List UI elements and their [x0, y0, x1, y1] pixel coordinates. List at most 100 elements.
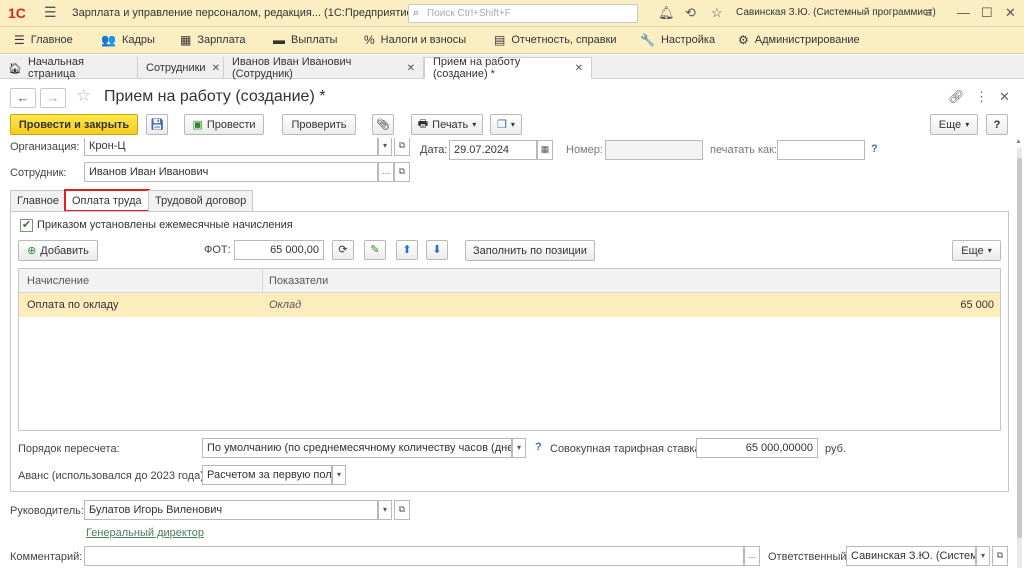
help-icon[interactable]: ?	[871, 143, 878, 155]
history-icon[interactable]: ⟲	[685, 5, 696, 21]
recalc-field[interactable]: По умолчанию (по среднемесячному количес…	[202, 438, 512, 458]
responsible-open[interactable]: ⧉	[992, 546, 1008, 566]
maximize-icon[interactable]: ☐	[981, 5, 993, 21]
amount-cell[interactable]: 65 000	[960, 299, 994, 311]
number-label: Номер:	[566, 144, 603, 156]
minimize-icon[interactable]: —	[957, 5, 970, 20]
responsible-field[interactable]: Савинская З.Ю. (Системный программист)	[846, 546, 976, 566]
comment-field[interactable]	[84, 546, 744, 566]
advance-field[interactable]: Расчетом за первую половину	[202, 465, 332, 485]
print-button[interactable]: 🖶 Печать ▾	[411, 114, 483, 135]
accrual-cell[interactable]: Оплата по окладу	[27, 299, 119, 311]
scroll-thumb[interactable]	[1017, 158, 1022, 538]
link-icon[interactable]: 🔗︎	[948, 89, 965, 105]
print-as-field[interactable]	[777, 140, 865, 160]
bell-icon[interactable]: 🔔︎	[658, 5, 675, 21]
number-field[interactable]	[605, 140, 703, 160]
responsible-dropdown[interactable]: ▾	[976, 546, 990, 566]
organization-field[interactable]: Крон-Ц	[84, 138, 378, 156]
head-dropdown[interactable]: ▾	[378, 500, 392, 520]
move-down-icon[interactable]: ⬇	[426, 240, 448, 260]
more-vertical-icon[interactable]: ⋮	[975, 89, 988, 105]
chevron-down-icon: ▾	[965, 120, 970, 129]
menu-settings[interactable]: 🔧 Настройка	[640, 33, 715, 47]
recalc-dropdown[interactable]: ▾	[512, 438, 526, 458]
menu-hr[interactable]: 👥 Кадры	[101, 33, 155, 47]
tab-home[interactable]: 🏠︎ Начальная страница	[0, 56, 138, 80]
employee-open[interactable]: ⧉	[394, 162, 410, 182]
organization-dropdown[interactable]: ▾	[378, 138, 392, 156]
global-search-input[interactable]: ⌕ Поиск Ctrl+Shift+F	[408, 4, 638, 23]
employee-field[interactable]: Иванов Иван Иванович	[84, 162, 378, 182]
tab-main[interactable]: Главное	[10, 190, 67, 211]
menu-reports[interactable]: ▤ Отчетность, справки	[494, 33, 617, 47]
main-menu-icon[interactable]: ☰	[44, 4, 57, 21]
fot-field[interactable]: 65 000,00	[234, 240, 324, 260]
menu-payments[interactable]: ▬ Выплаты	[273, 33, 337, 47]
add-accrual-button[interactable]: ⊕ Добавить	[18, 240, 98, 261]
edit-pencil-icon[interactable]: ✎	[364, 240, 386, 260]
column-indicators[interactable]: Показатели	[269, 275, 328, 287]
comment-edit-button[interactable]: …	[744, 546, 760, 566]
table-more-button[interactable]: Еще ▾	[952, 240, 1001, 261]
create-based-on-button[interactable]: ❐ ▾	[490, 114, 522, 135]
menu-taxes[interactable]: % Налоги и взносы	[364, 33, 466, 47]
app-title: Зарплата и управление персоналом, редакц…	[72, 7, 417, 19]
head-open[interactable]: ⧉	[394, 500, 410, 520]
monthly-accruals-label: Приказом установлены ежемесячные начисле…	[37, 219, 293, 231]
current-user[interactable]: Савинская З.Ю. (Системный программист)	[736, 7, 936, 18]
post-button[interactable]: ▣ Провести	[184, 114, 264, 135]
vertical-scrollbar[interactable]: ▲	[1014, 138, 1024, 574]
calendar-icon[interactable]: ▦	[537, 140, 553, 160]
table-row[interactable]: Оплата по окладу Оклад 65 000	[19, 293, 1000, 317]
refresh-icon[interactable]: ⟳	[332, 240, 354, 260]
forward-button[interactable]: →	[40, 88, 66, 108]
star-icon[interactable]: ☆	[711, 5, 723, 21]
tab-payment[interactable]: Оплата труда	[64, 189, 150, 212]
close-tab-icon[interactable]: ✕	[407, 63, 415, 74]
recalc-help-icon[interactable]: ?	[535, 441, 542, 453]
section-menu-bar: ☰ Главное 👥 Кадры ▦ Зарплата ▬ Выплаты % Нало…	[0, 27, 1024, 54]
chevron-down-icon: ▾	[472, 120, 477, 129]
column-accrual[interactable]: Начисление	[27, 275, 89, 287]
help-button[interactable]: ?	[986, 114, 1008, 135]
move-up-icon[interactable]: ⬆	[396, 240, 418, 260]
close-tab-icon[interactable]: ✕	[212, 63, 220, 74]
head-position-link[interactable]: Генеральный директор	[86, 527, 204, 539]
close-doc-icon[interactable]: ✕	[999, 89, 1010, 105]
post-and-close-button[interactable]: Провести и закрыть	[10, 114, 138, 135]
app-logo: 1С	[8, 5, 26, 21]
employee-select-button[interactable]: …	[378, 162, 394, 182]
save-button[interactable]: 💾︎	[146, 114, 168, 135]
back-button[interactable]: ←	[10, 88, 36, 108]
head-field[interactable]: Булатов Игорь Виленович	[84, 500, 378, 520]
document-copy-icon: ❐	[497, 119, 507, 131]
organization-open[interactable]: ⧉	[394, 138, 410, 156]
indicator-cell[interactable]: Оклад	[269, 299, 301, 311]
tariff-field[interactable]: 65 000,00000	[696, 438, 818, 458]
check-button[interactable]: Проверить	[282, 114, 356, 135]
table-header: Начисление Показатели	[19, 269, 1000, 293]
close-window-icon[interactable]: ✕	[1005, 5, 1016, 21]
tab-hiring-doc[interactable]: Прием на работу (создание) * ✕	[424, 56, 592, 80]
close-tab-icon[interactable]: ✕	[575, 63, 583, 74]
fill-by-position-button[interactable]: Заполнить по позиции	[465, 240, 595, 261]
tab-employees[interactable]: Сотрудники ✕	[138, 57, 224, 79]
advance-dropdown[interactable]: ▾	[332, 465, 346, 485]
add-label: Добавить	[40, 244, 89, 257]
favorite-star-icon[interactable]: ☆	[76, 86, 91, 106]
tab-label: Прием на работу (создание) *	[433, 56, 521, 80]
menu-admin[interactable]: ⚙ Администрирование	[738, 33, 860, 47]
tab-contract[interactable]: Трудовой договор	[148, 190, 254, 211]
monthly-accruals-checkbox[interactable]: ✔	[20, 219, 33, 232]
menu-main[interactable]: ☰ Главное	[14, 33, 73, 47]
date-field[interactable]: 29.07.2024	[449, 140, 537, 160]
attach-button[interactable]: 📎︎	[372, 114, 394, 135]
tab-employee-card[interactable]: Иванов Иван Иванович (Сотрудник) ✕	[224, 56, 424, 80]
menu-label: Главное	[30, 34, 73, 46]
calculator-icon: ▦	[180, 33, 192, 47]
scroll-up-icon[interactable]: ▲	[1015, 138, 1022, 145]
menu-salary[interactable]: ▦ Зарплата	[180, 33, 246, 47]
settings-menu-icon[interactable]: ≡	[925, 5, 933, 20]
more-button[interactable]: Еще ▾	[930, 114, 978, 135]
